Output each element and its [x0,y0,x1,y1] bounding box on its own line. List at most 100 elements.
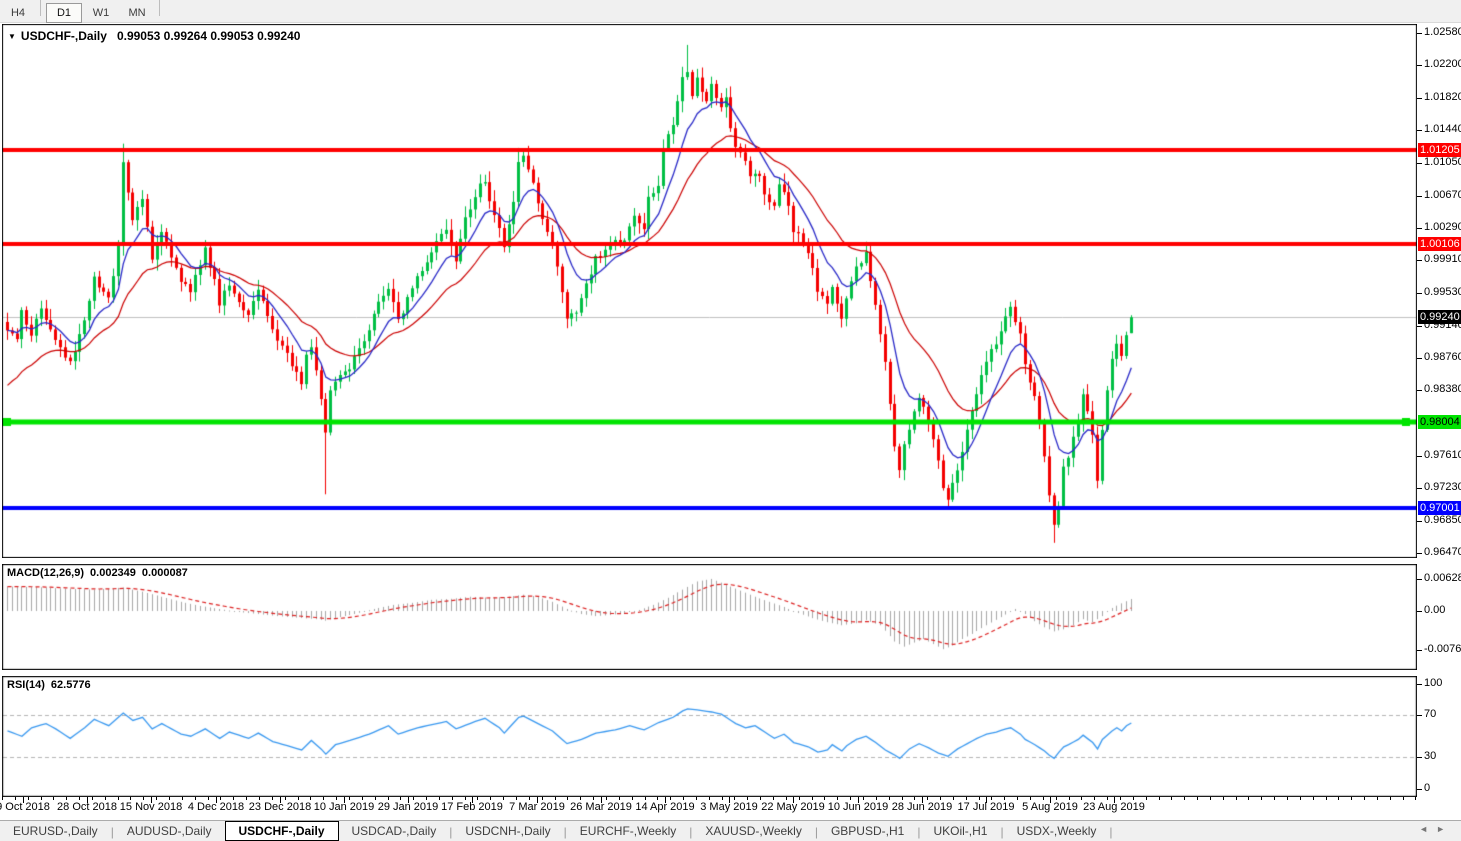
chart-tab-ukoil-h1[interactable]: UKOil-,H1 [920,822,1000,841]
rsi-name: RSI(14) [7,679,45,691]
time-axis-minor-tick [966,797,967,800]
axis-tick-mark [1417,65,1422,66]
macd-indicator-canvas[interactable] [2,564,1417,670]
rsi-axis-label: 30 [1424,750,1436,762]
chart-tab-usdcad-daily[interactable]: USDCAD-,Daily [339,822,450,841]
timeframe-buttons: H4 D1W1MN [0,0,164,23]
time-axis-minor-tick [1261,797,1262,800]
time-axis-minor-tick [1287,797,1288,800]
chart-tab-eurusd-daily[interactable]: EURUSD-,Daily [0,822,111,841]
chart-tab-usdcnh-daily[interactable]: USDCNH-,Daily [452,822,563,841]
price-axis-label: 0.98380 [1424,383,1461,395]
rsi-axis-label: 70 [1424,708,1436,720]
macd-axis-label: 0.00 [1424,604,1445,616]
price-axis-label: 0.96850 [1424,514,1461,526]
time-axis-minor-tick [66,797,67,800]
chart-tab-usdchf-daily[interactable]: USDCHF-,Daily [225,821,339,841]
rsi-axis-label: 0 [1424,782,1430,794]
time-axis-minor-tick [567,797,568,800]
axis-tick-mark [1417,33,1422,34]
axis-tick-mark [1417,326,1422,327]
time-axis-minor-tick [683,797,684,800]
time-axis-minor-tick [902,797,903,800]
rsi-indicator-canvas[interactable] [2,676,1417,797]
price-level-badge: 0.98004 [1418,415,1461,429]
chart-tab-xauusd-weekly[interactable]: XAUUSD-,Weekly [692,822,814,841]
chart-symbol-label: USDCHF-,Daily [21,29,107,43]
price-chart-canvas[interactable] [2,24,1417,558]
metatrader-window: H4D1W1MN ▼USDCHF-,Daily0.99053 0.99264 0… [0,0,1461,841]
time-axis-minor-tick [246,797,247,800]
time-axis-label: 10 Jun 2019 [828,801,889,813]
time-axis-minor-tick [452,797,453,800]
time-axis-label: 3 May 2019 [700,801,757,813]
time-axis-minor-tick [619,797,620,800]
chart-title: ▼USDCHF-,Daily0.99053 0.99264 0.99053 0.… [8,29,300,43]
time-axis-minor-tick [298,797,299,800]
chart-tab-audusd-daily[interactable]: AUDUSD-,Daily [114,822,225,841]
time-axis-minor-tick [1390,797,1391,800]
timeframe-button-w1[interactable]: W1 [84,4,118,22]
tab-scroll-right-icon[interactable]: ► [1436,824,1453,834]
time-axis-minor-tick [1030,797,1031,800]
time-axis-minor-tick [2,797,3,800]
time-axis-minor-tick [272,797,273,800]
time-axis-minor-tick [914,797,915,800]
chart-tab-usdx-weekly[interactable]: USDX-,Weekly [1004,822,1110,841]
time-axis-minor-tick [1300,797,1301,800]
time-axis-minor-tick [1171,797,1172,800]
time-axis-minor-tick [824,797,825,800]
chart-tab-gbpusd-h1[interactable]: GBPUSD-,H1 [818,822,917,841]
time-axis-minor-tick [285,797,286,800]
time-axis-minor-tick [1403,797,1404,800]
time-axis-minor-tick [696,797,697,800]
timeframe-button-d1[interactable]: D1 [46,3,82,23]
tab-separator: | [1109,825,1112,839]
time-axis-minor-tick [1120,797,1121,800]
axis-tick-mark [1417,358,1422,359]
tab-scroll-arrows[interactable]: ◄► [1419,824,1453,834]
time-axis-minor-tick [92,797,93,800]
tab-scroll-left-icon[interactable]: ◄ [1419,824,1436,834]
time-axis-label: 26 Mar 2019 [570,801,632,813]
time-axis-minor-tick [323,797,324,800]
time-axis-minor-tick [79,797,80,800]
time-axis-minor-tick [773,797,774,800]
axis-tick-mark [1417,456,1422,457]
time-axis-minor-tick [362,797,363,800]
time-axis-minor-tick [593,797,594,800]
axis-tick-mark [1417,293,1422,294]
time-axis-minor-tick [1017,797,1018,800]
time-axis-label: 14 Apr 2019 [635,801,694,813]
time-axis-minor-tick [876,797,877,800]
axis-tick-mark [1417,579,1422,580]
axis-tick-mark [1417,789,1422,790]
time-axis-label: 28 Oct 2018 [57,801,117,813]
timeframe-button-mn[interactable]: MN [120,4,154,22]
time-axis-minor-tick [1351,797,1352,800]
chart-tab-eurchf-weekly[interactable]: EURCHF-,Weekly [567,822,689,841]
price-axis-label: 1.02200 [1424,58,1461,70]
time-axis-minor-tick [580,797,581,800]
price-axis-label: 0.99910 [1424,253,1461,265]
time-axis-minor-tick [979,797,980,800]
time-axis-minor-tick [53,797,54,800]
time-axis-minor-tick [1364,797,1365,800]
time-axis-minor-tick [516,797,517,800]
time-axis-minor-tick [490,797,491,800]
time-axis-minor-tick [503,797,504,800]
timeframe-button-h4[interactable]: H4 [1,4,35,22]
chart-dropdown-icon[interactable]: ▼ [8,32,16,41]
chart-tab-bar: EURUSD-,Daily | AUDUSD-,DailyUSDCHF-,Daily… [0,820,1461,841]
axis-tick-mark [1417,98,1422,99]
time-axis-minor-tick [28,797,29,800]
price-axis-label: 0.96470 [1424,546,1461,558]
time-axis-minor-tick [375,797,376,800]
time-axis-minor-tick [991,797,992,800]
time-axis-minor-tick [413,797,414,800]
time-axis-minor-tick [760,797,761,800]
time-axis-minor-tick [709,797,710,800]
time-axis-minor-tick [400,797,401,800]
time-axis-minor-tick [1159,797,1160,800]
price-axis-label: 0.97230 [1424,481,1461,493]
